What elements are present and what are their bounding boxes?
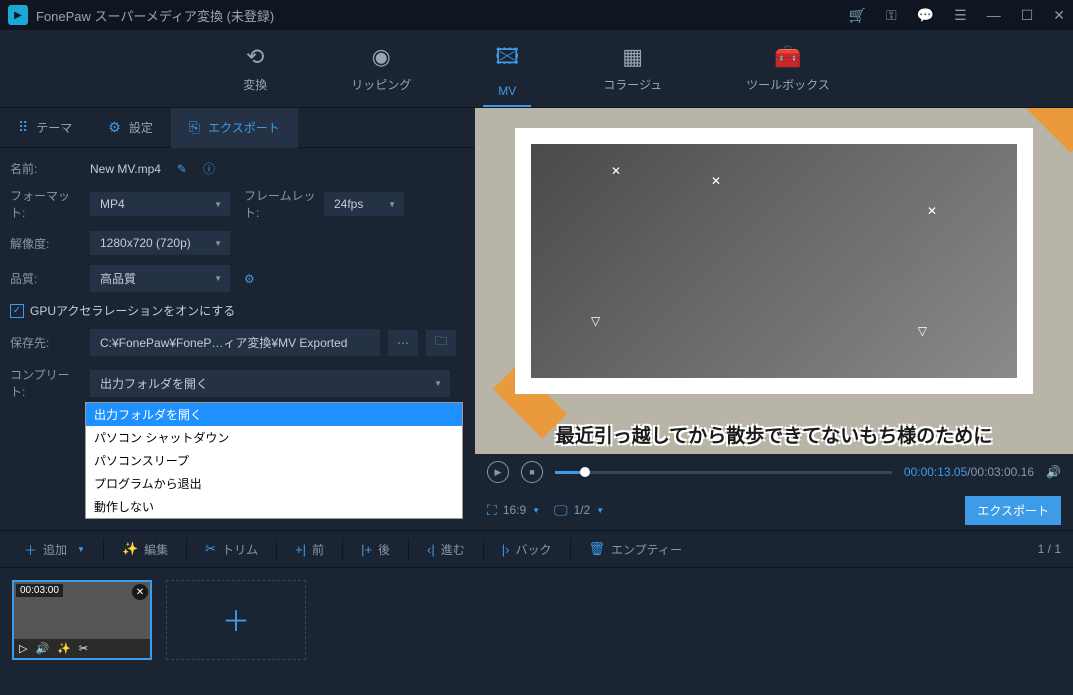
stop-button[interactable]: ■ bbox=[521, 461, 543, 483]
sparkle-icon: ▽ bbox=[918, 324, 927, 338]
resolution-label: 解像度: bbox=[10, 235, 82, 252]
saveto-path: C:¥FonePaw¥FoneP…ィア変換¥MV Exported bbox=[90, 329, 380, 356]
info-icon[interactable]: ⓘ bbox=[203, 160, 215, 177]
framerate-label: フレームレット: bbox=[244, 187, 316, 221]
app-logo bbox=[8, 5, 28, 25]
video-caption: 最近引っ越してから散歩できてないもち様のために bbox=[475, 421, 1073, 448]
format-label: フォーマット: bbox=[10, 187, 82, 221]
before-button[interactable]: +|前 bbox=[283, 536, 336, 563]
gpu-label: GPUアクセラレーションをオンにする bbox=[30, 302, 235, 319]
chevron-down-icon: ▼ bbox=[596, 506, 604, 515]
cart-icon[interactable]: 🛒 bbox=[849, 7, 866, 24]
back-button[interactable]: |›バック bbox=[490, 536, 564, 563]
complete-option-4[interactable]: 動作しない bbox=[86, 495, 462, 518]
sparkle-icon: ✕ bbox=[711, 174, 721, 188]
maximize-icon[interactable]: ☐ bbox=[1021, 7, 1034, 24]
chevron-down-icon: ▼ bbox=[532, 506, 540, 515]
timeline-clip[interactable]: 00:03:00 ✕ ▷ 🔊 ✨ ✂ bbox=[12, 580, 152, 660]
quality-settings-icon[interactable]: ⚙ bbox=[244, 272, 255, 286]
key-icon[interactable]: ⚿ bbox=[886, 7, 897, 24]
scissors-icon: ✂ bbox=[205, 541, 216, 557]
aspect-icon: ⛶ bbox=[487, 502, 497, 519]
tab-settings[interactable]: ⚙ 設定 bbox=[90, 108, 171, 148]
complete-dropdown-list: 出力フォルダを開く パソコン シャットダウン パソコンスリープ プログラムから退… bbox=[85, 402, 463, 519]
app-title: FonePaw スーパーメディア変換 (未登録) bbox=[36, 6, 849, 25]
resolution-select[interactable]: 1280x720 (720p) bbox=[90, 231, 230, 255]
page-select[interactable]: 🖵 1/2 ▼ bbox=[554, 502, 604, 519]
tab-theme[interactable]: ⠿ テーマ bbox=[0, 108, 90, 148]
screen-icon: 🖵 bbox=[554, 502, 568, 519]
play-button[interactable]: ▶ bbox=[487, 461, 509, 483]
complete-label: コンプリート: bbox=[10, 366, 82, 400]
empty-button[interactable]: 🗑エンプティー bbox=[577, 536, 694, 563]
saveto-folder-button[interactable]: 🗀 bbox=[426, 330, 456, 356]
clip-wand-icon[interactable]: ✨ bbox=[57, 642, 71, 655]
sparkle-icon: ✕ bbox=[927, 204, 937, 218]
after-button[interactable]: |+後 bbox=[349, 536, 402, 563]
trim-button[interactable]: ✂トリム bbox=[193, 536, 270, 563]
complete-option-2[interactable]: パソコンスリープ bbox=[86, 449, 462, 472]
clip-duration: 00:03:00 bbox=[16, 584, 63, 597]
theme-icon: ⠿ bbox=[18, 119, 28, 136]
toolbox-icon: 🧰 bbox=[774, 44, 801, 70]
volume-icon[interactable]: 🔊 bbox=[1046, 465, 1061, 479]
convert-icon: ⟲ bbox=[246, 44, 264, 70]
name-label: 名前: bbox=[10, 160, 82, 177]
feedback-icon[interactable]: 💬 bbox=[917, 7, 934, 24]
complete-option-1[interactable]: パソコン シャットダウン bbox=[86, 426, 462, 449]
add-clip-button[interactable]: ＋ bbox=[166, 580, 306, 660]
format-select[interactable]: MP4 bbox=[90, 192, 230, 216]
clip-volume-icon[interactable]: 🔊 bbox=[35, 642, 49, 655]
settings-icon: ⚙ bbox=[108, 119, 121, 136]
complete-option-3[interactable]: プログラムから退出 bbox=[86, 472, 462, 495]
nav-ripping[interactable]: ◉ リッピング bbox=[339, 36, 423, 101]
pagination: 1 / 1 bbox=[1038, 542, 1061, 556]
saveto-label: 保存先: bbox=[10, 334, 82, 351]
ripping-icon: ◉ bbox=[372, 44, 391, 70]
seek-slider[interactable] bbox=[555, 471, 892, 474]
collage-icon: ▦ bbox=[622, 44, 643, 70]
clip-play-icon[interactable]: ▷ bbox=[19, 642, 27, 655]
export-icon: ⎘ bbox=[189, 119, 200, 136]
complete-select[interactable]: 出力フォルダを開く bbox=[90, 370, 450, 397]
plus-icon: ＋ bbox=[24, 540, 37, 559]
saveto-more-button[interactable]: ⋯ bbox=[388, 330, 418, 356]
clip-trim-icon[interactable]: ✂ bbox=[79, 642, 88, 655]
menu-icon[interactable]: ☰ bbox=[954, 7, 967, 24]
minimize-icon[interactable]: — bbox=[987, 7, 1001, 23]
video-frame: ✕ ✕ ✕ ▽ ▽ bbox=[515, 128, 1033, 394]
chevron-left-bar-icon: ‹| bbox=[427, 542, 435, 557]
nav-collage[interactable]: ▦ コラージュ bbox=[591, 36, 674, 101]
nav-convert[interactable]: ⟲ 変換 bbox=[231, 36, 279, 101]
forward-button[interactable]: ‹|進む bbox=[415, 536, 477, 563]
edit-button[interactable]: ✨編集 bbox=[110, 536, 180, 563]
playback-time: 00:00:13.05/00:03:00.16 bbox=[904, 465, 1034, 479]
trash-icon: 🗑 bbox=[589, 541, 606, 557]
aspect-ratio-select[interactable]: ⛶ 16:9 ▼ bbox=[487, 502, 540, 519]
edit-name-icon[interactable]: ✎ bbox=[177, 162, 187, 176]
complete-option-0[interactable]: 出力フォルダを開く bbox=[86, 403, 462, 426]
sparkle-icon: ✕ bbox=[611, 164, 621, 178]
bar-plus-icon: |+ bbox=[361, 542, 372, 557]
nav-mv[interactable]: 🖾 MV bbox=[483, 32, 531, 106]
bar-chevron-right-icon: |› bbox=[502, 542, 510, 557]
mv-icon: 🖾 bbox=[495, 40, 519, 78]
sparkle-icon: ▽ bbox=[591, 314, 600, 328]
name-value: New MV.mp4 bbox=[90, 162, 161, 176]
tab-export[interactable]: ⎘ エクスポート bbox=[171, 108, 298, 148]
wand-icon: ✨ bbox=[122, 541, 138, 557]
close-icon[interactable]: ✕ bbox=[1053, 7, 1065, 24]
gpu-checkbox[interactable]: ✓ bbox=[10, 304, 24, 318]
framerate-select[interactable]: 24fps bbox=[324, 192, 404, 216]
export-button-right[interactable]: エクスポート bbox=[965, 496, 1061, 525]
video-preview: ✕ ✕ ✕ ▽ ▽ 最近引っ越してから散歩できてないもち様のために bbox=[475, 108, 1073, 454]
seek-thumb[interactable] bbox=[580, 467, 590, 477]
remove-clip-icon[interactable]: ✕ bbox=[132, 584, 148, 600]
nav-toolbox[interactable]: 🧰 ツールボックス bbox=[734, 36, 842, 101]
quality-label: 品質: bbox=[10, 270, 82, 287]
plus-bar-icon: +| bbox=[295, 542, 306, 557]
add-button[interactable]: ＋追加▼ bbox=[12, 535, 97, 564]
quality-select[interactable]: 高品質 bbox=[90, 265, 230, 292]
